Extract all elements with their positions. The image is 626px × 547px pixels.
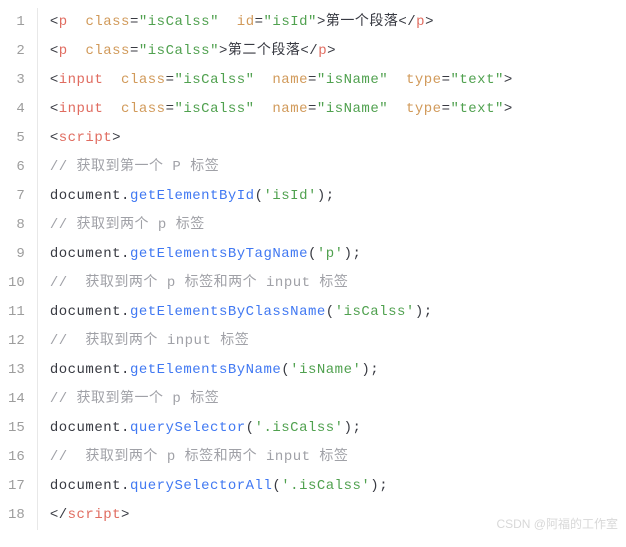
code-line: document.getElementById('isId'); (50, 182, 626, 211)
line-number: 6 (8, 153, 25, 182)
code-line: <p class="isCalss">第二个段落</p> (50, 37, 626, 66)
line-number: 10 (8, 269, 25, 298)
code-line: document.querySelectorAll('.isCalss'); (50, 472, 626, 501)
line-number: 7 (8, 182, 25, 211)
code-line: document.getElementsByTagName('p'); (50, 240, 626, 269)
line-number: 9 (8, 240, 25, 269)
line-number: 17 (8, 472, 25, 501)
code-line: // 获取到两个 input 标签 (50, 327, 626, 356)
line-number: 3 (8, 66, 25, 95)
code-block: 1 2 3 4 5 6 7 8 9 10 11 12 13 14 15 16 1… (0, 0, 626, 538)
code-content: <p class="isCalss" id="isId">第一个段落</p> <… (38, 8, 626, 530)
code-line: </script> (50, 501, 626, 530)
line-number: 12 (8, 327, 25, 356)
code-line: document.querySelector('.isCalss'); (50, 414, 626, 443)
code-line: document.getElementsByClassName('isCalss… (50, 298, 626, 327)
code-line: <input class="isCalss" name="isName" typ… (50, 66, 626, 95)
line-number: 15 (8, 414, 25, 443)
line-number: 14 (8, 385, 25, 414)
code-line: // 获取到两个 p 标签和两个 input 标签 (50, 269, 626, 298)
line-number: 8 (8, 211, 25, 240)
line-number: 13 (8, 356, 25, 385)
code-line: // 获取到两个 p 标签和两个 input 标签 (50, 443, 626, 472)
code-line: // 获取到第一个 p 标签 (50, 385, 626, 414)
line-number: 5 (8, 124, 25, 153)
gutter: 1 2 3 4 5 6 7 8 9 10 11 12 13 14 15 16 1… (0, 8, 38, 530)
line-number: 1 (8, 8, 25, 37)
line-number: 18 (8, 501, 25, 530)
code-line: <script> (50, 124, 626, 153)
code-line: <p class="isCalss" id="isId">第一个段落</p> (50, 8, 626, 37)
line-number: 11 (8, 298, 25, 327)
code-line: // 获取到两个 p 标签 (50, 211, 626, 240)
code-line: document.getElementsByName('isName'); (50, 356, 626, 385)
code-line: // 获取到第一个 P 标签 (50, 153, 626, 182)
code-line: <input class="isCalss" name="isName" typ… (50, 95, 626, 124)
line-number: 2 (8, 37, 25, 66)
line-number: 4 (8, 95, 25, 124)
line-number: 16 (8, 443, 25, 472)
